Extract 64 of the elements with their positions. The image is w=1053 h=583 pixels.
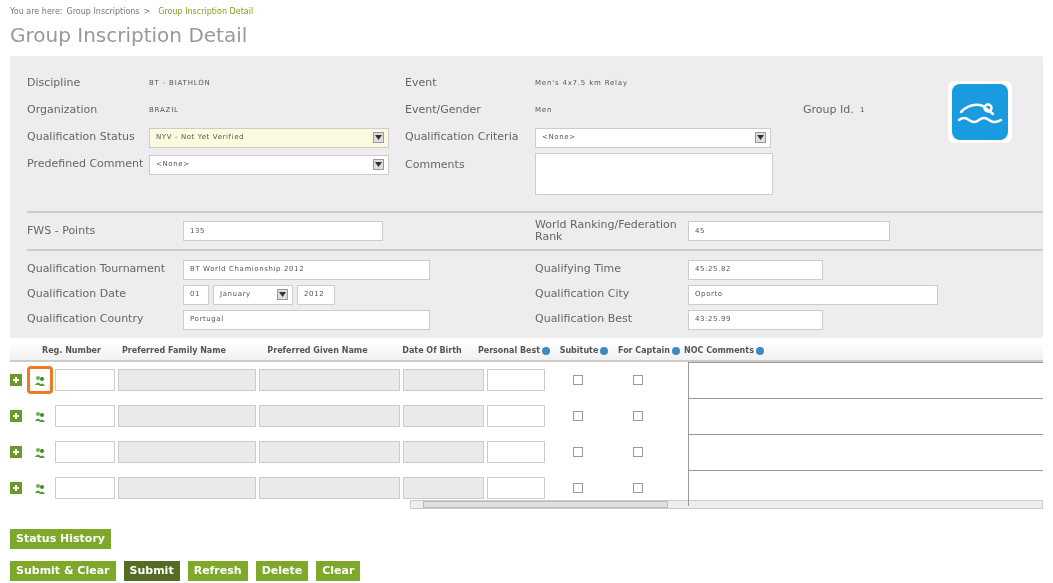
personal-best-field[interactable] — [487, 477, 545, 499]
field-label: Qualification Date — [27, 286, 128, 303]
personal-best-field[interactable] — [487, 369, 545, 391]
dropdown-icon — [277, 289, 288, 300]
scrollbar[interactable] — [410, 500, 1043, 509]
checkbox[interactable] — [633, 411, 643, 421]
field-label: Qualification City — [535, 286, 631, 303]
checkbox[interactable] — [633, 483, 643, 493]
checkbox[interactable] — [633, 375, 643, 385]
reg-number-field[interactable] — [55, 369, 115, 391]
field-label: Qualification Country — [27, 311, 145, 328]
add-icon[interactable] — [10, 482, 22, 494]
info-icon[interactable] — [542, 346, 551, 355]
page-title: Group Inscription Detail — [10, 22, 249, 48]
breadcrumb-link[interactable]: Group Inscriptions — [66, 7, 140, 16]
info-icon[interactable] — [672, 346, 680, 355]
column-header: NOC Comments — [684, 345, 1034, 357]
column-header: Preferred Given Name — [266, 345, 369, 357]
add-icon[interactable] — [10, 410, 22, 422]
comments-field[interactable] — [535, 153, 773, 195]
field-label: Qualification Criteria — [405, 129, 520, 146]
field-label: Predefined Comment — [27, 156, 145, 173]
checkbox[interactable] — [633, 447, 643, 457]
field-label: Qualification Best — [535, 311, 634, 328]
info-icon[interactable] — [600, 346, 609, 355]
breadcrumb-label: You are here: — [10, 7, 63, 16]
field-label: Qualification Status — [27, 129, 136, 146]
action-button[interactable]: Submit — [123, 561, 180, 581]
checkbox[interactable] — [573, 483, 583, 493]
dropdown-icon — [373, 159, 384, 170]
person-icon[interactable] — [27, 366, 53, 394]
add-icon[interactable] — [10, 374, 22, 386]
column-header: Reg. Number — [41, 345, 102, 357]
checkbox[interactable] — [573, 447, 583, 457]
field-label: World Ranking/Federation Rank — [535, 219, 678, 243]
checkbox[interactable] — [573, 411, 583, 421]
personal-best-field[interactable] — [487, 405, 545, 427]
personal-best-field[interactable] — [487, 441, 545, 463]
reg-number-field[interactable] — [55, 405, 115, 427]
dropdown-icon — [373, 132, 384, 143]
add-icon[interactable] — [10, 446, 22, 458]
field-label: Qualifying Time — [535, 261, 623, 278]
comments-cell[interactable] — [688, 398, 1043, 434]
field-label: Event — [405, 75, 438, 92]
column-header: Personal Best — [474, 345, 554, 357]
field-label: Comments — [405, 157, 466, 173]
breadcrumb-separator: > — [143, 7, 151, 16]
field-label: Event/Gender — [405, 102, 482, 119]
column-header: Preferred Family Name — [120, 345, 227, 357]
column-header: Subitute — [554, 345, 614, 357]
column-header: Date Of Birth — [401, 345, 463, 357]
checkbox[interactable] — [573, 375, 583, 385]
info-icon[interactable] — [755, 346, 764, 355]
reg-number-field[interactable] — [55, 441, 115, 463]
reg-number-field[interactable] — [55, 477, 115, 499]
comments-cell[interactable] — [688, 362, 1043, 398]
dropdown-icon — [755, 132, 766, 143]
field-label: Qualification Tournament — [27, 261, 167, 278]
field-label: Group Id. — [803, 102, 855, 119]
field-label: Discipline — [27, 75, 82, 92]
field-label: Organization — [27, 102, 99, 119]
column-header: For Captain — [614, 345, 684, 357]
comments-cell[interactable] — [688, 434, 1043, 470]
field-label: FWS - Points — [27, 222, 97, 239]
